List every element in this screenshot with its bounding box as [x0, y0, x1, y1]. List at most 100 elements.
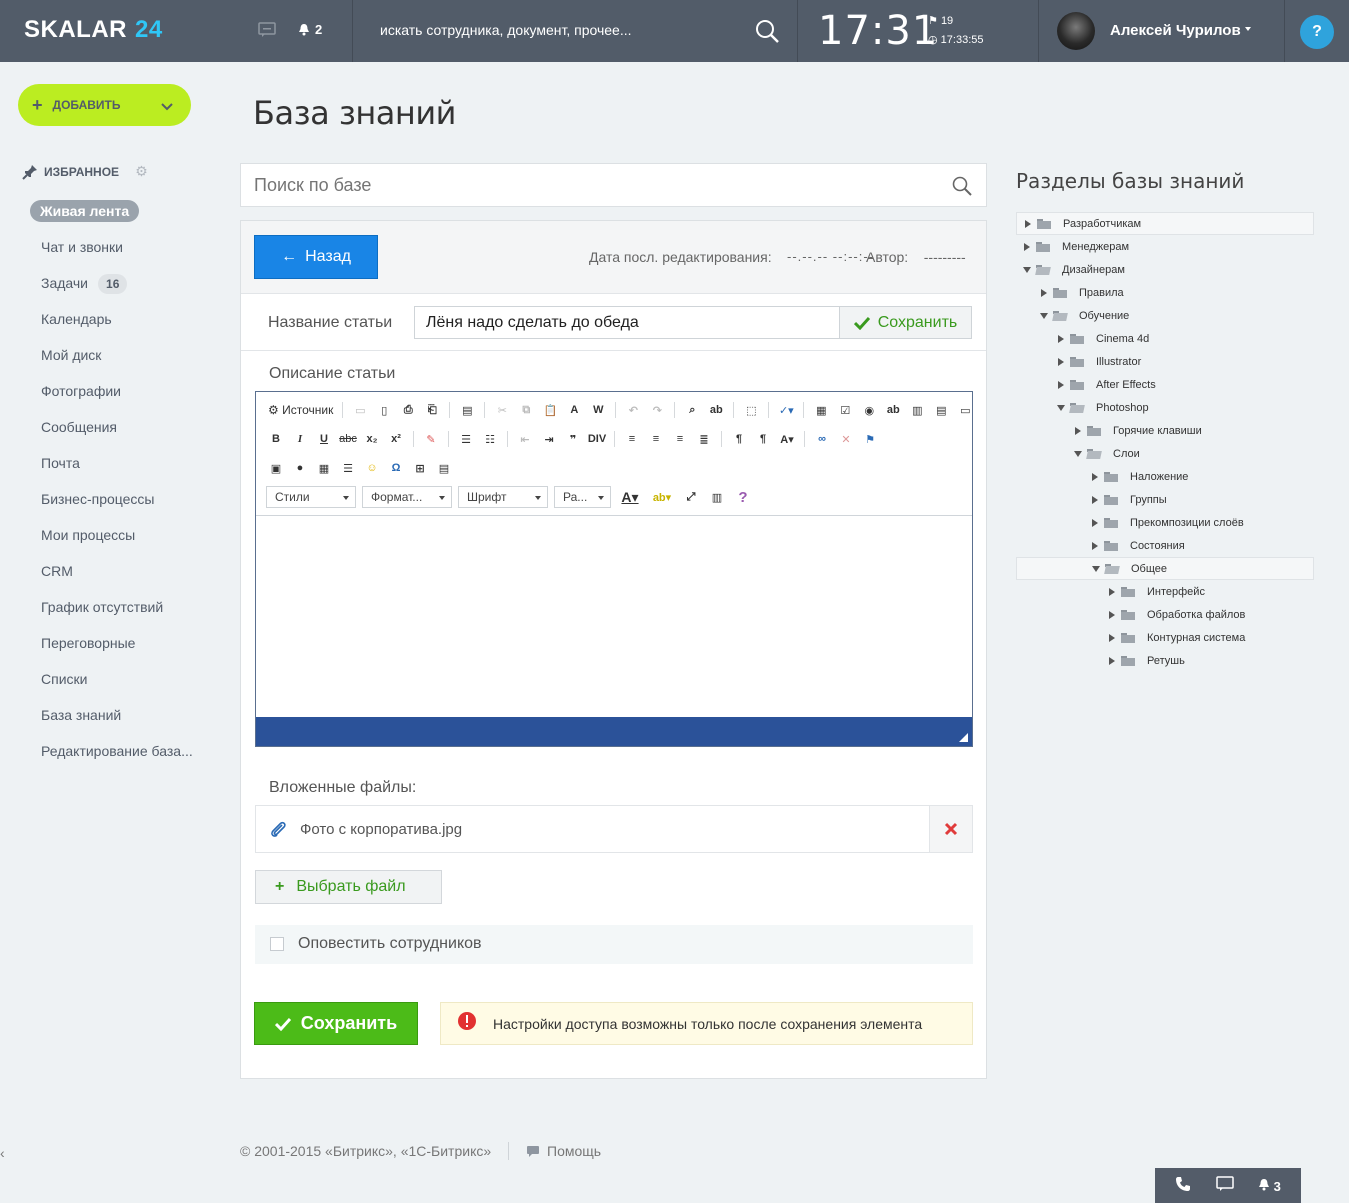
sidebar-item[interactable]: Почта: [30, 450, 193, 486]
tree-node[interactable]: Группы: [1016, 488, 1314, 511]
caret-right-icon[interactable]: [1090, 541, 1100, 551]
tree-node[interactable]: Обработка файлов: [1016, 603, 1314, 626]
bullet-list-icon[interactable]: ☷: [480, 429, 500, 449]
sidebar-item[interactable]: График отсутствий: [30, 594, 193, 630]
outdent-icon[interactable]: ⇤: [515, 429, 535, 449]
clock[interactable]: 17:31: [818, 8, 938, 54]
tree-node[interactable]: Обучение: [1016, 304, 1314, 327]
caret-right-icon[interactable]: [1107, 610, 1117, 620]
phone-icon[interactable]: [1175, 1176, 1191, 1195]
editor-content-area[interactable]: [256, 517, 972, 717]
avatar[interactable]: [1057, 12, 1095, 50]
size-select[interactable]: Ра...: [554, 486, 611, 508]
sidebar-item[interactable]: Фотографии: [30, 378, 193, 414]
font-select[interactable]: Шрифт: [458, 486, 548, 508]
textfield-icon[interactable]: ab: [883, 400, 903, 420]
sidebar-item[interactable]: Переговорные: [30, 630, 193, 666]
align-center-icon[interactable]: ≡: [646, 429, 666, 449]
special-char-icon[interactable]: Ω: [386, 458, 406, 478]
work-timer[interactable]: ◷ 17:33:55: [928, 31, 984, 50]
blockquote-icon[interactable]: ❞: [563, 429, 583, 449]
preview-icon[interactable]: ⎙: [398, 400, 418, 420]
button-field-icon[interactable]: ▭: [955, 400, 975, 420]
anchor-icon[interactable]: ⚑: [860, 429, 880, 449]
caret-right-icon[interactable]: [1107, 633, 1117, 643]
notify-checkbox[interactable]: [270, 937, 284, 951]
page-break-icon[interactable]: ⊞: [410, 458, 430, 478]
about-icon[interactable]: ?: [733, 487, 753, 507]
source-button[interactable]: ⚙ Источник: [266, 400, 335, 420]
caret-down-icon[interactable]: [1056, 403, 1066, 413]
language-icon[interactable]: A▾: [777, 429, 797, 449]
bottom-notifications[interactable]: 3: [1258, 1178, 1281, 1194]
tree-node[interactable]: Слои: [1016, 442, 1314, 465]
tree-node[interactable]: Горячие клавиши: [1016, 419, 1314, 442]
styles-select[interactable]: Стили: [266, 486, 356, 508]
tree-node[interactable]: Illustrator: [1016, 350, 1314, 373]
tree-node[interactable]: Состояния: [1016, 534, 1314, 557]
replace-icon[interactable]: ab: [706, 400, 726, 420]
file-name[interactable]: Фото с корпоратива.jpg: [300, 821, 462, 838]
paste-word-icon[interactable]: W: [588, 400, 608, 420]
help-link[interactable]: Помощь: [526, 1143, 601, 1159]
tree-node[interactable]: After Effects: [1016, 373, 1314, 396]
rtl-icon[interactable]: ¶: [753, 429, 773, 449]
caret-right-icon[interactable]: [1023, 219, 1033, 229]
caret-right-icon[interactable]: [1039, 288, 1049, 298]
caret-down-icon[interactable]: [1245, 27, 1251, 31]
unlink-icon[interactable]: ✕: [836, 429, 856, 449]
redo-icon[interactable]: ↷: [647, 400, 667, 420]
text-color-icon[interactable]: A▾: [617, 487, 643, 507]
align-right-icon[interactable]: ≡: [670, 429, 690, 449]
caret-down-icon[interactable]: [1022, 265, 1032, 275]
find-icon[interactable]: ⌕: [682, 400, 702, 420]
caret-right-icon[interactable]: [1056, 380, 1066, 390]
add-button[interactable]: + ДОБАВИТЬ: [18, 84, 191, 126]
caret-right-icon[interactable]: [1056, 357, 1066, 367]
user-name[interactable]: Алексей Чурилов: [1110, 22, 1241, 39]
sidebar-item[interactable]: База знаний: [30, 702, 193, 738]
caret-right-icon[interactable]: [1073, 426, 1083, 436]
image-icon[interactable]: ▣: [266, 458, 286, 478]
select-all-icon[interactable]: ⬚: [741, 400, 761, 420]
tree-node[interactable]: Общее: [1016, 557, 1314, 580]
flag-counter[interactable]: ⚑ 19: [928, 12, 984, 31]
sidebar-item[interactable]: Календарь: [30, 306, 193, 342]
remove-format-icon[interactable]: ✎: [421, 429, 441, 449]
tree-node[interactable]: Прекомпозиции слоёв: [1016, 511, 1314, 534]
save-title-button[interactable]: Сохранить: [839, 306, 972, 339]
format-select[interactable]: Формат...: [362, 486, 452, 508]
caret-down-icon[interactable]: [1073, 449, 1083, 459]
caret-right-icon[interactable]: [1056, 334, 1066, 344]
save-button[interactable]: Сохранить: [254, 1002, 418, 1045]
subscript-icon[interactable]: x₂: [362, 429, 382, 449]
caret-right-icon[interactable]: [1090, 472, 1100, 482]
help-button[interactable]: ?: [1300, 15, 1334, 49]
back-button[interactable]: ← Назад: [254, 235, 378, 279]
tree-node[interactable]: Cinema 4d: [1016, 327, 1314, 350]
spellcheck-icon[interactable]: ✓▾: [776, 400, 796, 420]
show-blocks-icon[interactable]: ▥: [707, 487, 727, 507]
undo-icon[interactable]: ↶: [623, 400, 643, 420]
superscript-icon[interactable]: x²: [386, 429, 406, 449]
article-title-input[interactable]: Лёня надо сделать до обеда: [414, 306, 840, 339]
caret-down-icon[interactable]: [1039, 311, 1049, 321]
tree-node[interactable]: Интерфейс: [1016, 580, 1314, 603]
save-doc-icon[interactable]: ▭: [350, 400, 370, 420]
sidebar-item[interactable]: Чат и звонки: [30, 234, 193, 270]
collapse-arrow-icon[interactable]: ‹: [0, 1145, 5, 1161]
select-field-icon[interactable]: ▤: [931, 400, 951, 420]
delete-file-button[interactable]: [929, 806, 972, 852]
print-icon[interactable]: ⎗: [422, 400, 442, 420]
caret-right-icon[interactable]: [1107, 587, 1117, 597]
tree-node[interactable]: Разработчикам: [1016, 212, 1314, 235]
new-page-icon[interactable]: ▯: [374, 400, 394, 420]
kb-search-input[interactable]: [241, 164, 921, 206]
choose-file-button[interactable]: + Выбрать файл: [255, 870, 442, 904]
textarea-icon[interactable]: ▥: [907, 400, 927, 420]
link-icon[interactable]: ∞: [812, 429, 832, 449]
radio-icon[interactable]: ◉: [859, 400, 879, 420]
tree-node[interactable]: Ретушь: [1016, 649, 1314, 672]
sidebar-item[interactable]: Списки: [30, 666, 193, 702]
tree-node[interactable]: Контурная система: [1016, 626, 1314, 649]
